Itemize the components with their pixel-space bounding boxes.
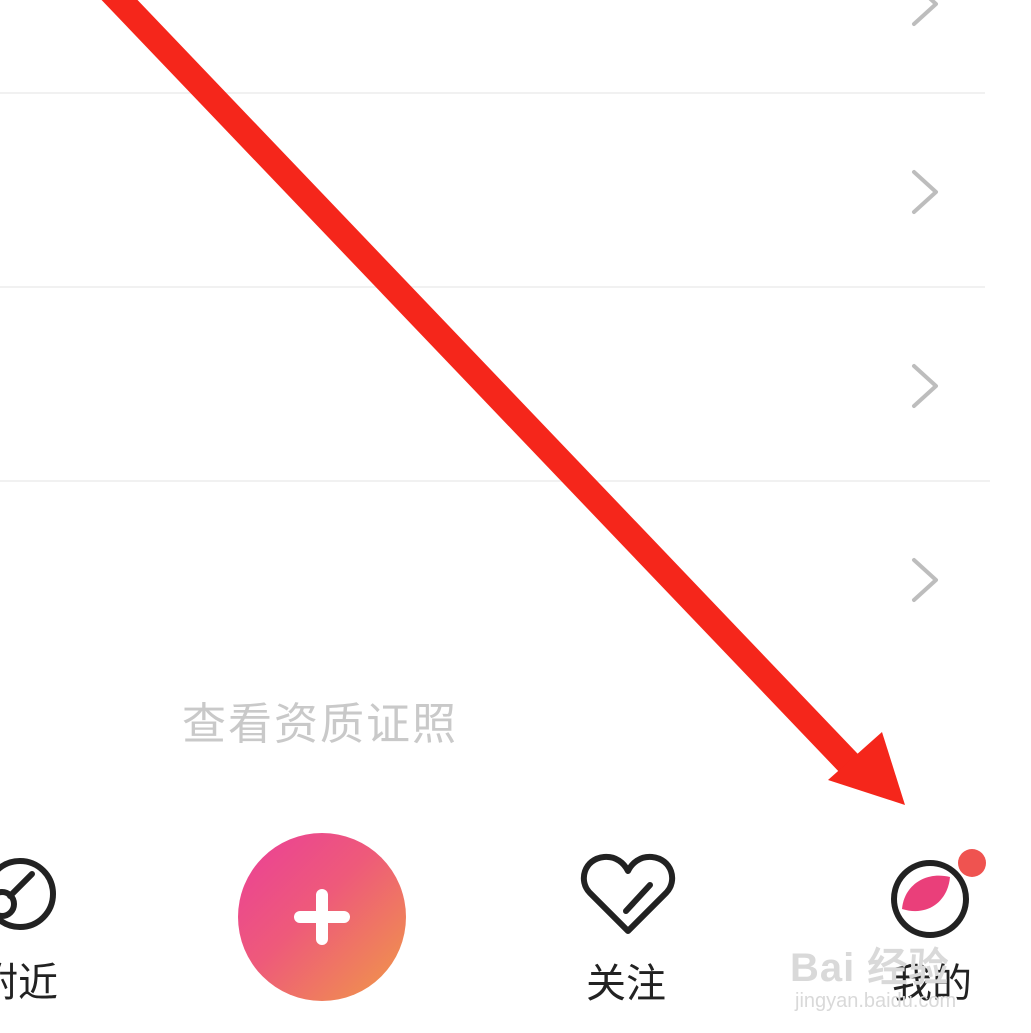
chevron-right-icon bbox=[908, 362, 942, 410]
tab-follow-label: 关注 bbox=[586, 961, 666, 1007]
publish-button[interactable] bbox=[238, 833, 406, 1001]
heart-icon bbox=[580, 853, 676, 934]
chevron-right-icon bbox=[908, 168, 942, 216]
tab-nearby[interactable]: 附近 bbox=[0, 840, 120, 1006]
watermark-url: jingyan.baidu.com bbox=[795, 990, 957, 1012]
list-item[interactable] bbox=[0, 94, 990, 286]
compass-icon bbox=[0, 858, 56, 930]
list-item[interactable] bbox=[0, 288, 990, 480]
chevron-right-icon bbox=[908, 556, 942, 604]
list-item[interactable] bbox=[0, 482, 990, 674]
tab-nearby-label: 附近 bbox=[0, 960, 58, 1006]
notification-badge bbox=[958, 849, 986, 877]
watermark-logo: Bai 经验 bbox=[790, 946, 950, 990]
list-item[interactable] bbox=[0, 0, 990, 92]
tab-follow[interactable]: 关注 bbox=[574, 845, 684, 1007]
chevron-right-icon bbox=[908, 0, 942, 28]
view-license-link[interactable]: 查看资质证照 bbox=[182, 688, 458, 752]
